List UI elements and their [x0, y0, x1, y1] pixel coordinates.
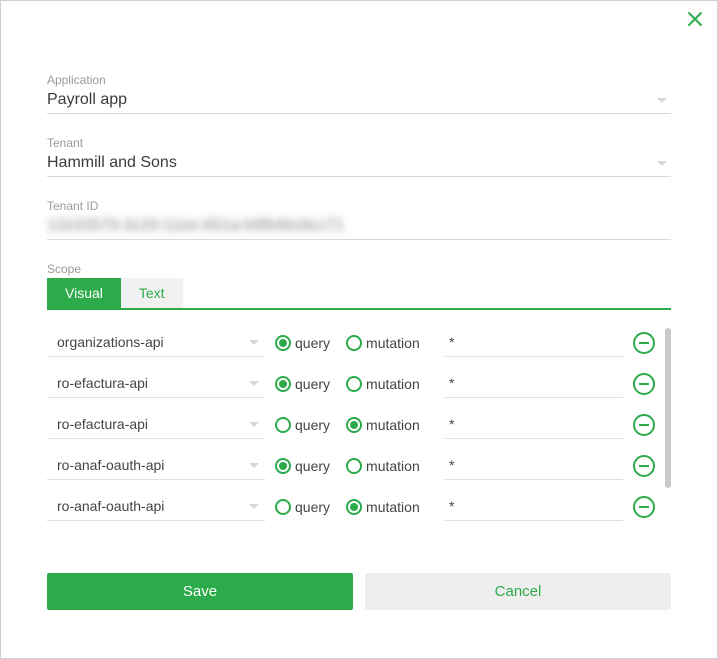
scope-section: Scope Visual Text organizations-api query…	[47, 262, 671, 533]
radio-inner-icon	[279, 380, 287, 388]
radio-query[interactable]: query	[275, 335, 330, 351]
application-value: Payroll app	[47, 89, 657, 111]
api-select[interactable]: ro-efactura-api	[47, 369, 265, 398]
scope-row: ro-anaf-oauth-api query mutation *	[47, 451, 655, 480]
radio-outer-icon	[346, 499, 362, 515]
chevron-down-icon	[657, 98, 667, 103]
radio-label: mutation	[366, 376, 420, 392]
remove-row-icon[interactable]	[633, 496, 655, 518]
radio-outer-icon	[275, 499, 291, 515]
api-select-value: ro-anaf-oauth-api	[57, 498, 164, 514]
radio-outer-icon	[346, 458, 362, 474]
scope-row: ro-anaf-oauth-api query mutation *	[47, 492, 655, 521]
radio-label: query	[295, 335, 330, 351]
api-select-value: organizations-api	[57, 334, 164, 350]
save-button[interactable]: Save	[47, 573, 353, 610]
radio-label: query	[295, 376, 330, 392]
dialog-actions: Save Cancel	[47, 573, 671, 610]
radio-outer-icon	[275, 417, 291, 433]
scope-row: organizations-api query mutation *	[47, 328, 655, 357]
remove-row-icon[interactable]	[633, 373, 655, 395]
tenant-id-value: 12e33579-3c29-11ee-951a-b9fb4bc8cc71	[47, 215, 671, 237]
radio-inner-icon	[279, 339, 287, 347]
radio-inner-icon	[350, 503, 358, 511]
tenant-id-label: Tenant ID	[47, 199, 671, 213]
radio-query[interactable]: query	[275, 458, 330, 474]
application-label: Application	[47, 73, 671, 87]
radio-mutation[interactable]: mutation	[346, 458, 420, 474]
radio-label: query	[295, 458, 330, 474]
api-select[interactable]: ro-anaf-oauth-api	[47, 492, 265, 521]
radio-outer-icon	[275, 458, 291, 474]
radio-group: query mutation	[275, 499, 435, 515]
tab-text[interactable]: Text	[121, 278, 183, 308]
remove-row-icon[interactable]	[633, 414, 655, 436]
cancel-button[interactable]: Cancel	[365, 573, 671, 610]
scope-rows-container: organizations-apiquerymutation*ro-efactu…	[47, 328, 665, 533]
radio-group: query mutation	[275, 335, 435, 351]
radio-query[interactable]: query	[275, 376, 330, 392]
scope-body: organizations-apiquerymutation*ro-efactu…	[47, 328, 671, 533]
radio-mutation[interactable]: mutation	[346, 335, 420, 351]
api-select-value: ro-efactura-api	[57, 416, 148, 432]
scope-row: ro-efactura-api query mutation *	[47, 410, 655, 439]
radio-outer-icon	[346, 417, 362, 433]
api-select[interactable]: ro-anaf-oauth-api	[47, 451, 265, 480]
remove-row-icon[interactable]	[633, 332, 655, 354]
api-select[interactable]: organizations-api	[47, 328, 265, 357]
application-field: Application Payroll app	[47, 73, 671, 114]
chevron-down-icon	[657, 161, 667, 166]
tenant-value: Hammill and Sons	[47, 152, 657, 174]
api-select-value: ro-efactura-api	[57, 375, 148, 391]
tenant-id-field: Tenant ID 12e33579-3c29-11ee-951a-b9fb4b…	[47, 199, 671, 240]
scope-tabs: Visual Text	[47, 278, 671, 310]
radio-outer-icon	[275, 335, 291, 351]
radio-query[interactable]: query	[275, 417, 330, 433]
radio-label: mutation	[366, 458, 420, 474]
radio-mutation[interactable]: mutation	[346, 417, 420, 433]
radio-group: query mutation	[275, 417, 435, 433]
scope-row: ro-efactura-api query mutation *	[47, 369, 655, 398]
application-select[interactable]: Payroll app	[47, 89, 671, 114]
scope-pattern-input[interactable]: *	[445, 492, 623, 521]
scope-label: Scope	[47, 262, 671, 276]
scope-pattern-input[interactable]: *	[445, 369, 623, 398]
tab-visual[interactable]: Visual	[47, 278, 121, 308]
chevron-down-icon	[249, 422, 259, 427]
scrollbar[interactable]	[665, 328, 671, 533]
api-select-value: ro-anaf-oauth-api	[57, 457, 164, 473]
scope-pattern-input[interactable]: *	[445, 451, 623, 480]
radio-query[interactable]: query	[275, 499, 330, 515]
chevron-down-icon	[249, 504, 259, 509]
dialog-content: Application Payroll app Tenant Hammill a…	[1, 1, 717, 634]
tenant-select[interactable]: Hammill and Sons	[47, 152, 671, 177]
scope-pattern-input[interactable]: *	[445, 410, 623, 439]
chevron-down-icon	[249, 340, 259, 345]
radio-label: mutation	[366, 417, 420, 433]
close-icon[interactable]	[687, 11, 703, 30]
radio-label: mutation	[366, 335, 420, 351]
radio-inner-icon	[279, 462, 287, 470]
radio-label: query	[295, 499, 330, 515]
radio-outer-icon	[346, 376, 362, 392]
radio-label: mutation	[366, 499, 420, 515]
radio-mutation[interactable]: mutation	[346, 499, 420, 515]
radio-group: query mutation	[275, 458, 435, 474]
tenant-id-row: 12e33579-3c29-11ee-951a-b9fb4bc8cc71	[47, 215, 671, 240]
tenant-field: Tenant Hammill and Sons	[47, 136, 671, 177]
radio-outer-icon	[346, 335, 362, 351]
chevron-down-icon	[249, 463, 259, 468]
tenant-label: Tenant	[47, 136, 671, 150]
radio-group: query mutation	[275, 376, 435, 392]
scope-pattern-input[interactable]: *	[445, 328, 623, 357]
radio-inner-icon	[350, 421, 358, 429]
chevron-down-icon	[249, 381, 259, 386]
api-select[interactable]: ro-efactura-api	[47, 410, 265, 439]
remove-row-icon[interactable]	[633, 455, 655, 477]
radio-outer-icon	[275, 376, 291, 392]
radio-mutation[interactable]: mutation	[346, 376, 420, 392]
radio-label: query	[295, 417, 330, 433]
scrollbar-thumb[interactable]	[665, 328, 671, 488]
